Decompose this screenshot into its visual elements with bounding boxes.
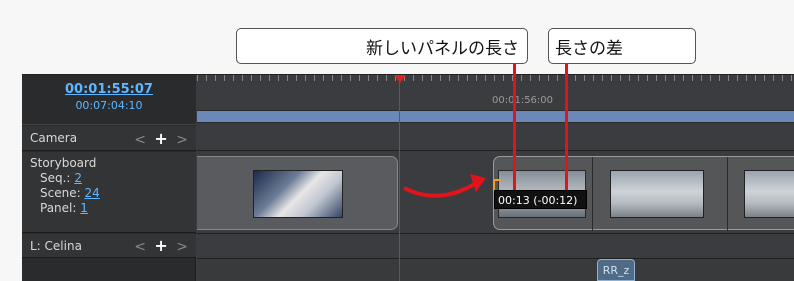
track-label-storyboard[interactable]: Storyboard Seq.: 2 Scene: 24 Panel: 1 bbox=[22, 152, 196, 233]
timecode-box: 00:01:55:07 00:07:04:10 bbox=[22, 75, 196, 125]
track-header-panel: 00:01:55:07 00:07:04:10 Camera < + > Sto… bbox=[22, 75, 196, 281]
prev-arrow-icon[interactable]: < bbox=[134, 239, 148, 255]
layer-tag[interactable]: RR_z bbox=[597, 259, 635, 281]
panel-divider bbox=[592, 157, 593, 231]
callout-pointer-new-length bbox=[513, 64, 516, 190]
scene-link[interactable]: 24 bbox=[84, 186, 99, 200]
callout-length-difference: 長さの差 bbox=[548, 28, 696, 64]
camera-track-name: Camera bbox=[30, 131, 78, 145]
timeline-tracks-area[interactable]: 00:01:56:00 bbox=[197, 75, 794, 281]
celina-track-nav: < + > bbox=[134, 234, 190, 259]
add-icon[interactable]: + bbox=[154, 129, 169, 148]
storyboard-panel-clip[interactable] bbox=[197, 156, 398, 230]
storyboard-track-name: Storyboard bbox=[30, 156, 97, 170]
lower-track[interactable] bbox=[197, 260, 794, 281]
camera-track[interactable] bbox=[197, 125, 794, 151]
seq-label: Seq.: bbox=[40, 171, 71, 185]
celina-track[interactable] bbox=[197, 235, 794, 259]
duration-tooltip: 00:13 (-00:12) bbox=[494, 190, 587, 209]
ruler-ticks bbox=[197, 75, 794, 81]
panel-thumbnail bbox=[253, 170, 343, 218]
next-arrow-icon[interactable]: > bbox=[176, 239, 190, 255]
scene-label: Scene: bbox=[40, 186, 81, 200]
track-label-celina[interactable]: L: Celina < + > bbox=[22, 234, 196, 258]
celina-track-name: L: Celina bbox=[30, 239, 82, 253]
time-ruler[interactable]: 00:01:56:00 bbox=[197, 75, 794, 111]
callout-pointer-difference bbox=[565, 64, 568, 190]
track-label-camera[interactable]: Camera < + > bbox=[22, 126, 196, 151]
panel-row: Panel: 1 bbox=[30, 201, 196, 216]
camera-track-nav: < + > bbox=[134, 126, 190, 153]
callout-new-panel-length: 新しいパネルの長さ bbox=[236, 28, 528, 64]
seq-row: Seq.: 2 bbox=[30, 171, 196, 186]
panel-label: Panel: bbox=[40, 201, 77, 215]
scene-range-bar[interactable] bbox=[197, 111, 794, 123]
seq-link[interactable]: 2 bbox=[74, 171, 82, 185]
prev-arrow-icon[interactable]: < bbox=[134, 132, 148, 148]
current-timecode[interactable]: 00:01:55:07 bbox=[22, 82, 196, 97]
next-arrow-icon[interactable]: > bbox=[176, 132, 190, 148]
move-arrow-icon bbox=[403, 174, 486, 198]
ruler-time-label: 00:01:56:00 bbox=[492, 95, 554, 106]
add-icon[interactable]: + bbox=[154, 236, 169, 255]
panel-divider bbox=[727, 157, 728, 231]
panel-thumbnail bbox=[744, 170, 794, 218]
panel-thumbnail bbox=[610, 170, 704, 218]
panel-link[interactable]: 1 bbox=[80, 201, 88, 215]
total-duration: 00:07:04:10 bbox=[75, 99, 143, 112]
scene-row: Scene: 24 bbox=[30, 186, 196, 201]
playhead-marker-icon[interactable] bbox=[394, 75, 406, 83]
screenshot-root: 00:01:55:07 00:07:04:10 Camera < + > Sto… bbox=[0, 0, 794, 281]
